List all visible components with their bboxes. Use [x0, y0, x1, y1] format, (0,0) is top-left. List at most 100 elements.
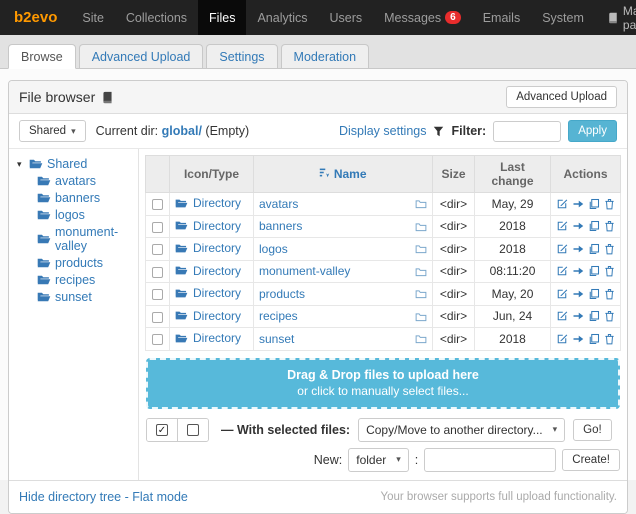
tab-browse[interactable]: Browse: [8, 44, 76, 69]
go-button[interactable]: Go!: [573, 418, 612, 441]
new-name-input[interactable]: [424, 447, 557, 472]
copy-icon[interactable]: [588, 310, 600, 322]
delete-trash-icon[interactable]: [604, 220, 615, 232]
move-arrow-icon[interactable]: [572, 220, 584, 232]
selected-action-select[interactable]: Copy/Move to another directory... ▾: [358, 417, 566, 442]
create-button[interactable]: Create!: [562, 448, 620, 471]
row-name-link[interactable]: monument-valley: [259, 264, 350, 278]
copy-icon[interactable]: [588, 243, 600, 255]
folder-outline-icon[interactable]: [415, 198, 427, 209]
nav-item-collections[interactable]: Collections: [115, 0, 198, 35]
edit-properties-icon[interactable]: [556, 220, 568, 232]
folder-outline-icon[interactable]: [415, 288, 427, 299]
folder-outline-icon[interactable]: [415, 221, 427, 232]
edit-properties-icon[interactable]: [556, 310, 568, 322]
row-type-link[interactable]: Directory: [175, 196, 241, 210]
hide-directory-tree-link[interactable]: Hide directory tree: [19, 490, 121, 504]
row-checkbox[interactable]: [152, 244, 163, 256]
row-checkbox[interactable]: [152, 266, 163, 278]
row-name-link[interactable]: products: [259, 287, 305, 301]
row-name-link[interactable]: recipes: [259, 309, 298, 323]
filter-input[interactable]: [493, 120, 562, 142]
delete-trash-icon[interactable]: [604, 243, 615, 255]
move-arrow-icon[interactable]: [572, 333, 584, 345]
tree-item-recipes[interactable]: recipes: [17, 273, 134, 287]
row-checkbox[interactable]: [152, 311, 163, 323]
move-arrow-icon[interactable]: [572, 310, 584, 322]
root-selector-button[interactable]: Shared ▾: [19, 120, 86, 142]
move-arrow-icon[interactable]: [572, 265, 584, 277]
delete-trash-icon[interactable]: [604, 265, 615, 277]
row-type-link[interactable]: Directory: [175, 309, 241, 323]
manual-page-link[interactable]: Manual page: [595, 0, 636, 35]
tab-settings[interactable]: Settings: [206, 44, 278, 68]
caret-down-icon: ▾: [396, 454, 401, 464]
delete-trash-icon[interactable]: [604, 333, 615, 345]
tab-advanced-upload[interactable]: Advanced Upload: [78, 44, 204, 68]
brand-logo[interactable]: b2evo: [0, 0, 71, 35]
row-name-link[interactable]: logos: [259, 242, 288, 256]
edit-properties-icon[interactable]: [556, 288, 568, 300]
tree-item-monument-valley[interactable]: monument-valley: [17, 225, 134, 253]
nav-item-files[interactable]: Files: [198, 0, 247, 35]
apply-filter-button[interactable]: Apply: [568, 120, 617, 142]
current-dir-path-link[interactable]: global/: [162, 124, 202, 138]
row-name-link[interactable]: banners: [259, 219, 302, 233]
folder-outline-icon[interactable]: [415, 333, 427, 344]
tab-moderation[interactable]: Moderation: [280, 44, 370, 68]
tree-item-avatars[interactable]: avatars: [17, 174, 134, 188]
tree-item-banners[interactable]: banners: [17, 191, 134, 205]
row-checkbox[interactable]: [152, 334, 163, 346]
nav-item-emails[interactable]: Emails: [472, 0, 532, 35]
uncheck-all-button[interactable]: [177, 418, 208, 441]
row-name-link[interactable]: avatars: [259, 197, 298, 211]
folder-outline-icon[interactable]: [415, 266, 427, 277]
new-type-select[interactable]: folder ▾: [348, 447, 409, 472]
nav-item-messages[interactable]: Messages 6: [373, 0, 472, 35]
edit-properties-icon[interactable]: [556, 265, 568, 277]
check-all-button[interactable]: ✓: [147, 418, 177, 441]
tree-collapse-caret-icon[interactable]: ▾: [17, 159, 25, 170]
copy-icon[interactable]: [588, 333, 600, 345]
nav-item-users[interactable]: Users: [318, 0, 373, 35]
drag-drop-upload-zone[interactable]: Drag & Drop files to upload here or clic…: [146, 357, 620, 409]
delete-trash-icon[interactable]: [604, 310, 615, 322]
row-type-label: Directory: [193, 218, 242, 233]
move-arrow-icon[interactable]: [572, 243, 584, 255]
flat-mode-link[interactable]: Flat mode: [132, 490, 188, 504]
edit-properties-icon[interactable]: [556, 198, 568, 210]
header-name-sort[interactable]: Name: [253, 155, 433, 193]
row-checkbox[interactable]: [152, 199, 163, 211]
row-checkbox[interactable]: [152, 221, 163, 233]
row-type-link[interactable]: Directory: [175, 286, 241, 300]
row-checkbox[interactable]: [152, 289, 163, 301]
edit-properties-icon[interactable]: [556, 333, 568, 345]
tree-item-sunset[interactable]: sunset: [17, 290, 134, 304]
row-type-link[interactable]: Directory: [175, 241, 241, 255]
move-arrow-icon[interactable]: [572, 288, 584, 300]
row-type-link[interactable]: Directory: [175, 264, 241, 278]
folder-outline-icon[interactable]: [415, 243, 427, 254]
copy-icon[interactable]: [588, 198, 600, 210]
nav-item-system[interactable]: System: [531, 0, 595, 35]
tree-item-products[interactable]: products: [17, 256, 134, 270]
row-type-link[interactable]: Directory: [175, 219, 241, 233]
advanced-upload-button[interactable]: Advanced Upload: [506, 86, 617, 108]
move-arrow-icon[interactable]: [572, 198, 584, 210]
nav-item-analytics[interactable]: Analytics: [246, 0, 318, 35]
edit-properties-icon[interactable]: [556, 243, 568, 255]
nav-item-site[interactable]: Site: [71, 0, 115, 35]
delete-trash-icon[interactable]: [604, 198, 615, 210]
tree-item-logos[interactable]: logos: [17, 208, 134, 222]
row-type-label: Directory: [193, 196, 242, 210]
copy-icon[interactable]: [588, 220, 600, 232]
delete-trash-icon[interactable]: [604, 288, 615, 300]
manual-book-icon[interactable]: [101, 91, 114, 104]
copy-icon[interactable]: [588, 288, 600, 300]
row-name-link[interactable]: sunset: [259, 332, 294, 346]
display-settings-link[interactable]: Display settings: [339, 124, 427, 138]
row-type-link[interactable]: Directory: [175, 331, 241, 345]
tree-root-shared[interactable]: ▾ Shared: [17, 157, 134, 171]
copy-icon[interactable]: [588, 265, 600, 277]
folder-outline-icon[interactable]: [415, 311, 427, 322]
